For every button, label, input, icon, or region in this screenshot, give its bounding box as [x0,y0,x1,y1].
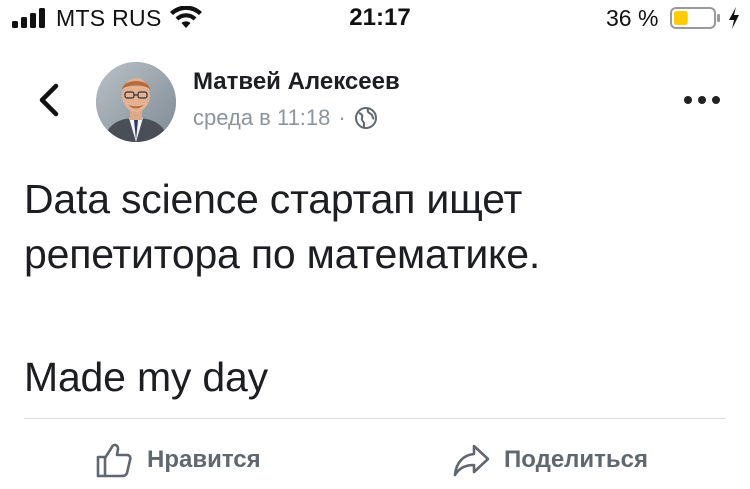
post-meta: среда в 11:18 · [193,104,378,132]
share-button[interactable]: Поделиться [452,438,648,482]
wifi-icon [170,6,202,28]
author-name[interactable]: Матвей Алексеев [193,68,400,96]
carrier-name: MTS RUS [56,5,162,31]
actions-divider [24,418,726,419]
author-avatar[interactable] [96,62,176,142]
share-label: Поделиться [504,446,649,473]
share-arrow-icon [453,444,490,477]
like-label: Нравится [147,446,261,473]
battery-percentage: 36 % [606,5,659,31]
post-text: Data science стартап ищет репетитора по … [24,172,724,405]
cellular-signal-icon [12,8,45,28]
status-bar: MTS RUS 21:17 36 % [0,0,750,40]
battery-icon [670,7,720,29]
avatar-photo [96,62,176,142]
back-button[interactable] [30,80,70,120]
post-text-line: репетитора по математике. [24,231,541,277]
globe-icon [354,107,377,129]
status-time: 21:17 [349,4,411,31]
meta-separator: · [338,105,346,130]
post-text-line: Data science стартап ищет [24,176,523,222]
more-options-button[interactable] [680,88,724,112]
charging-bolt-icon [729,7,739,29]
like-button[interactable]: Нравится [95,438,261,482]
post-text-line: Made my day [24,354,268,400]
post-timestamp[interactable]: среда в 11:18 [193,105,330,131]
thumbs-up-icon [96,443,132,478]
